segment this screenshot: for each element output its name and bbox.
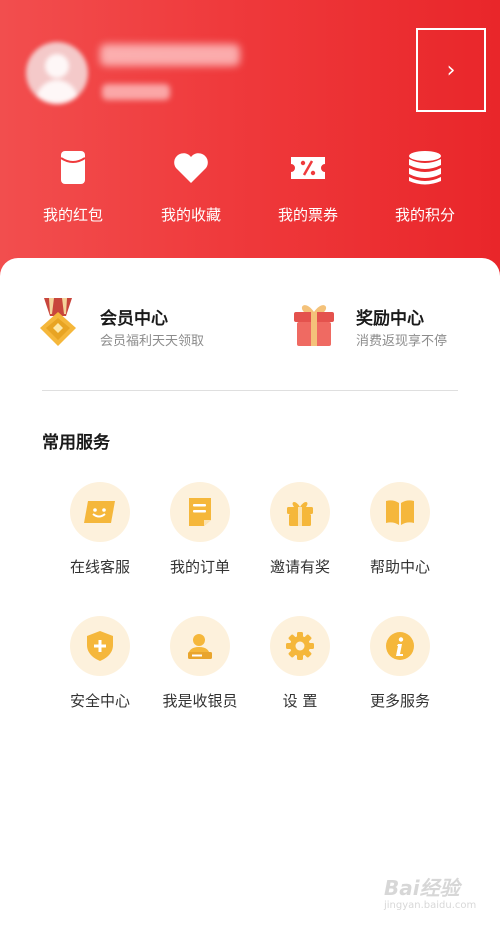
service-label: 在线客服 (69, 558, 130, 576)
service-icon-circle (170, 616, 230, 676)
cashier-icon (188, 634, 212, 659)
service-icon-circle (370, 616, 430, 676)
quick-action-points[interactable]: 我的积分 (370, 144, 480, 234)
user-avatar[interactable] (26, 42, 88, 104)
service-invite-reward[interactable]: 邀请有奖 (260, 474, 350, 584)
service-settings[interactable]: 设 置 (260, 608, 350, 718)
profile-header: › 我的红包 我的收藏 我的票券 我的积分 (0, 0, 500, 300)
service-label: 我的订单 (169, 558, 230, 576)
quick-action-red-envelope[interactable]: 我的红包 (18, 144, 128, 234)
avatar-head-shape (45, 54, 69, 78)
coins-icon (409, 151, 441, 185)
gear-icon (286, 632, 314, 660)
service-icon-circle (370, 482, 430, 542)
service-online-support[interactable]: 在线客服 (60, 474, 150, 584)
services-card: 会员中心 会员福利天天领取 奖励中心 消费返现享不停 常用服务 在线客服 我的订… (0, 258, 500, 928)
service-icon-circle (170, 482, 230, 542)
gift-box-icon (294, 305, 334, 346)
service-icon-circle (70, 482, 130, 542)
promo-title: 奖励中心 (356, 309, 424, 329)
reward-center-entry[interactable]: 奖励中心 消费返现享不停 (292, 296, 482, 356)
service-icon-circle (270, 482, 330, 542)
service-label: 更多服务 (369, 692, 430, 710)
service-security-center[interactable]: 安全中心 (60, 608, 150, 718)
watermark-logo-text: Bai经验 (384, 876, 460, 900)
gift-icon (287, 502, 313, 526)
common-services-title: 常用服务 (42, 433, 110, 453)
quick-action-label: 我的红包 (42, 206, 103, 224)
info-icon (386, 632, 414, 660)
blurred-username (100, 44, 240, 66)
service-label: 邀请有奖 (269, 558, 330, 576)
quick-action-label: 我的收藏 (160, 206, 221, 224)
quick-action-favorites[interactable]: 我的收藏 (136, 144, 246, 234)
red-envelope-icon (60, 151, 86, 184)
services-grid: 在线客服 我的订单 邀请有奖 帮助中心 安全中心 我是收银员 设 置 更多服务 (60, 474, 440, 714)
service-icon-circle (270, 616, 330, 676)
service-label: 设 置 (282, 692, 318, 710)
heart-icon (174, 153, 208, 183)
service-icon-circle (70, 616, 130, 676)
chevron-right-icon: › (446, 57, 456, 83)
service-my-orders[interactable]: 我的订单 (160, 474, 250, 584)
baidu-jingyan-watermark: Bai经验 jingyan.baidu.com (384, 872, 494, 916)
service-label: 我是收银员 (162, 692, 238, 710)
blurred-user-subtitle (102, 84, 170, 100)
watermark-url: jingyan.baidu.com (384, 900, 477, 911)
avatar-body-shape (36, 80, 78, 104)
service-label: 安全中心 (69, 692, 130, 710)
service-help-center[interactable]: 帮助中心 (360, 474, 450, 584)
promo-subtitle: 会员福利天天领取 (100, 334, 205, 349)
section-divider (42, 390, 458, 391)
shield-icon (87, 631, 113, 661)
coupon-icon (291, 157, 325, 179)
quick-action-coupons[interactable]: 我的票券 (253, 144, 363, 234)
quick-actions-row: 我的红包 我的收藏 我的票券 我的积分 (0, 144, 500, 234)
promo-subtitle: 消费返现享不停 (356, 334, 448, 349)
order-icon (189, 498, 211, 526)
promo-title: 会员中心 (100, 309, 168, 329)
service-label: 帮助中心 (369, 558, 430, 576)
quick-action-label: 我的票券 (277, 206, 338, 224)
chat-icon (84, 501, 115, 523)
quick-action-label: 我的积分 (394, 206, 455, 224)
book-icon (386, 500, 414, 525)
member-center-entry[interactable]: 会员中心 会员福利天天领取 (36, 296, 256, 356)
medal-icon (40, 298, 76, 346)
service-more[interactable]: 更多服务 (360, 608, 450, 718)
profile-detail-arrow-button[interactable]: › (416, 28, 486, 112)
service-cashier[interactable]: 我是收银员 (160, 608, 250, 718)
